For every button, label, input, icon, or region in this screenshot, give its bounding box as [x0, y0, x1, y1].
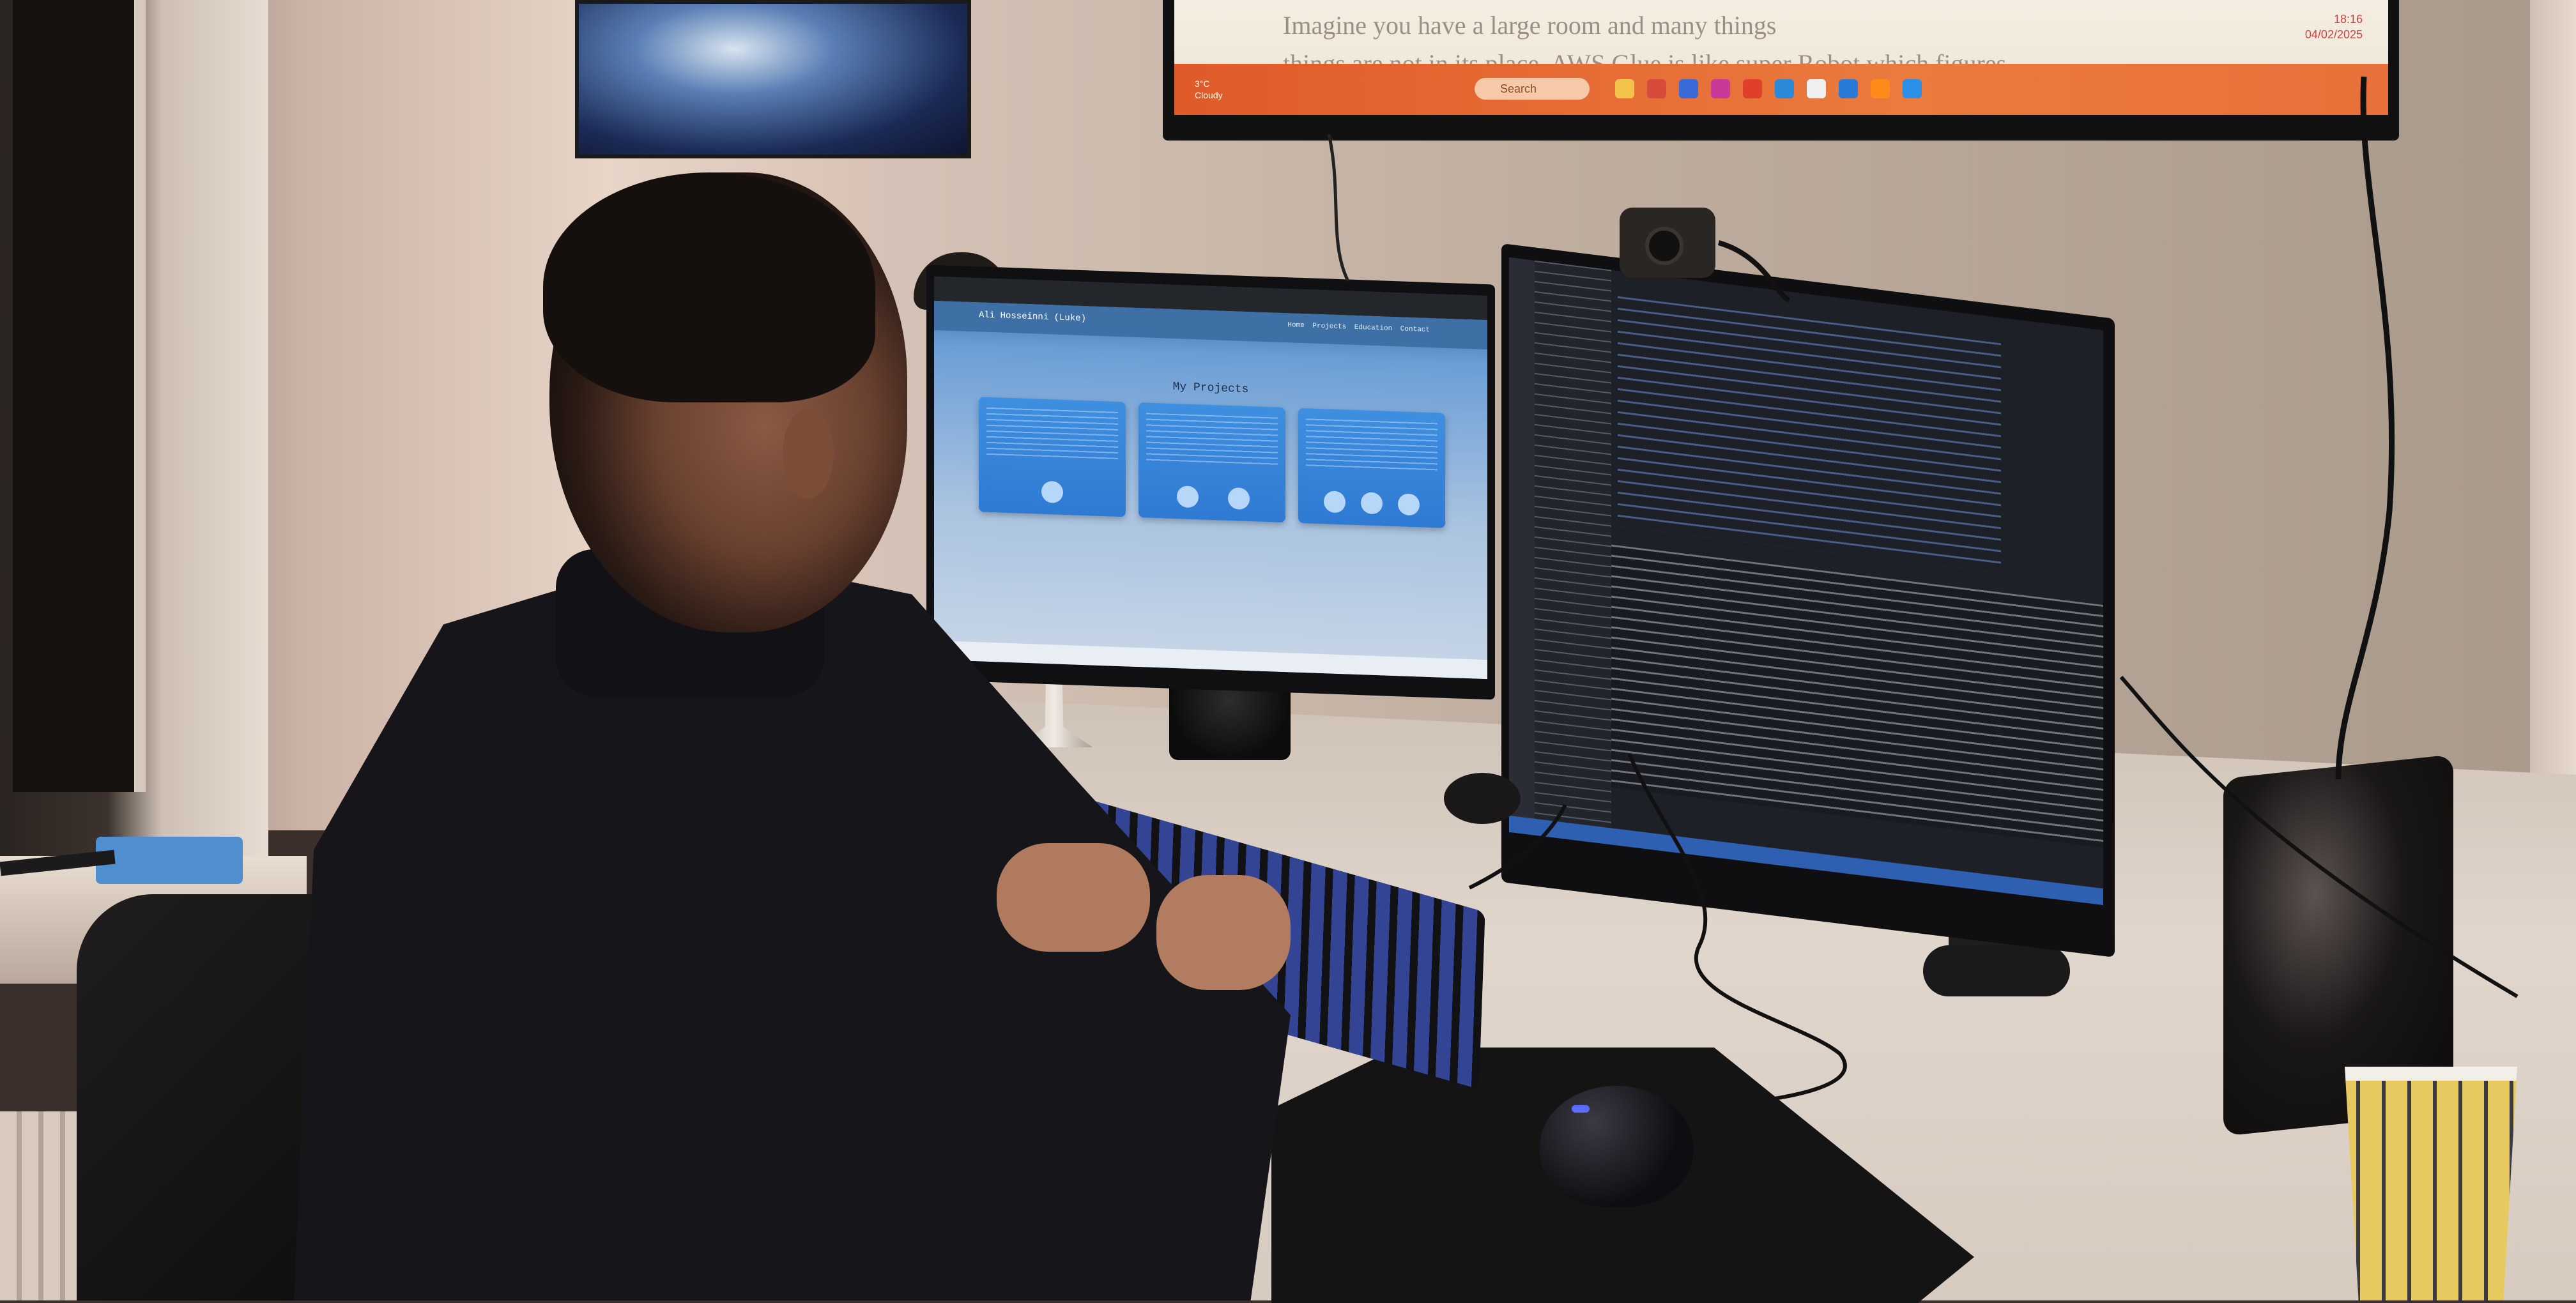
person-left-hand	[997, 843, 1150, 952]
desk-ornament	[1444, 773, 1521, 824]
mouse-led	[1572, 1105, 1590, 1113]
paper-cup	[2345, 1067, 2517, 1300]
person-hair	[543, 172, 875, 402]
person-ear	[783, 409, 834, 498]
mouse-icon	[1540, 1086, 1693, 1207]
blue-box	[96, 837, 243, 884]
person-right-hand	[1156, 875, 1291, 990]
